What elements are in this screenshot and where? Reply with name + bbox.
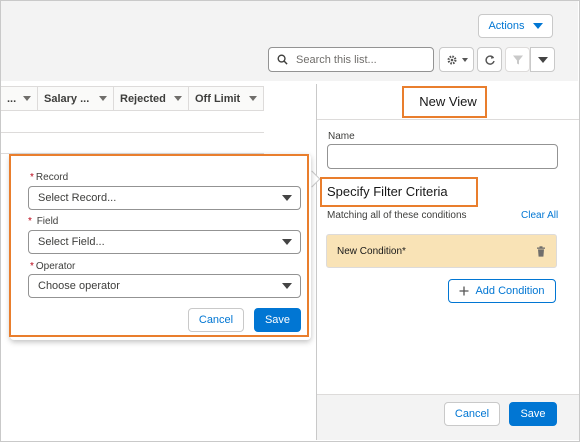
add-condition-button[interactable]: Add Condition bbox=[448, 279, 556, 303]
table-row[interactable] bbox=[1, 133, 264, 154]
name-label: Name bbox=[328, 131, 355, 142]
refresh-icon bbox=[484, 54, 495, 65]
search-placeholder: Search this list... bbox=[296, 53, 377, 66]
refresh-button[interactable] bbox=[477, 47, 502, 72]
search-icon bbox=[277, 54, 288, 65]
filter-icon bbox=[512, 55, 523, 64]
chevron-down-icon bbox=[461, 57, 468, 62]
column-header-label: Salary ... bbox=[44, 92, 90, 105]
panel-save-button[interactable]: Save bbox=[509, 402, 557, 426]
column-header[interactable]: Rejected bbox=[114, 87, 189, 110]
actions-label: Actions bbox=[488, 20, 525, 32]
panel-cancel-label: Cancel bbox=[454, 408, 490, 420]
chevron-down-icon bbox=[249, 96, 257, 101]
chevron-down-icon bbox=[532, 23, 543, 29]
panel-cancel-button[interactable]: Cancel bbox=[444, 402, 500, 426]
filter-button[interactable] bbox=[505, 47, 530, 72]
more-options-button[interactable] bbox=[530, 47, 555, 72]
column-header[interactable]: ... bbox=[1, 87, 38, 110]
plus-icon bbox=[459, 286, 469, 296]
search-input[interactable]: Search this list... bbox=[268, 47, 434, 72]
panel-save-label: Save bbox=[520, 408, 546, 420]
filter-criteria-highlight bbox=[320, 177, 478, 207]
add-condition-label: Add Condition bbox=[475, 285, 545, 297]
column-header-label: Rejected bbox=[120, 92, 166, 105]
actions-button[interactable]: Actions bbox=[478, 14, 553, 38]
column-header[interactable]: Salary ... bbox=[38, 87, 114, 110]
new-condition-card[interactable]: New Condition* bbox=[326, 234, 557, 268]
column-header-label: ... bbox=[7, 92, 17, 105]
chevron-down-icon bbox=[537, 56, 548, 63]
table-row[interactable] bbox=[1, 111, 264, 133]
clear-all-link[interactable]: Clear All bbox=[521, 210, 558, 221]
chevron-down-icon bbox=[23, 96, 31, 101]
condition-label: New Condition* bbox=[337, 245, 406, 257]
chevron-down-icon bbox=[99, 96, 107, 101]
gear-icon bbox=[446, 54, 457, 65]
new-view-title-highlight bbox=[402, 86, 487, 118]
delete-icon[interactable] bbox=[536, 245, 546, 257]
list-settings-button[interactable] bbox=[439, 47, 474, 72]
column-header-label: Off Limit bbox=[195, 92, 241, 105]
column-header[interactable]: Off Limit bbox=[189, 87, 264, 110]
popover-highlight bbox=[9, 154, 309, 337]
name-field[interactable] bbox=[327, 144, 558, 169]
matching-text: Matching all of these conditions bbox=[327, 210, 467, 221]
table-header: ... Salary ... Rejected Off Limit bbox=[1, 86, 264, 111]
chevron-down-icon bbox=[174, 96, 182, 101]
